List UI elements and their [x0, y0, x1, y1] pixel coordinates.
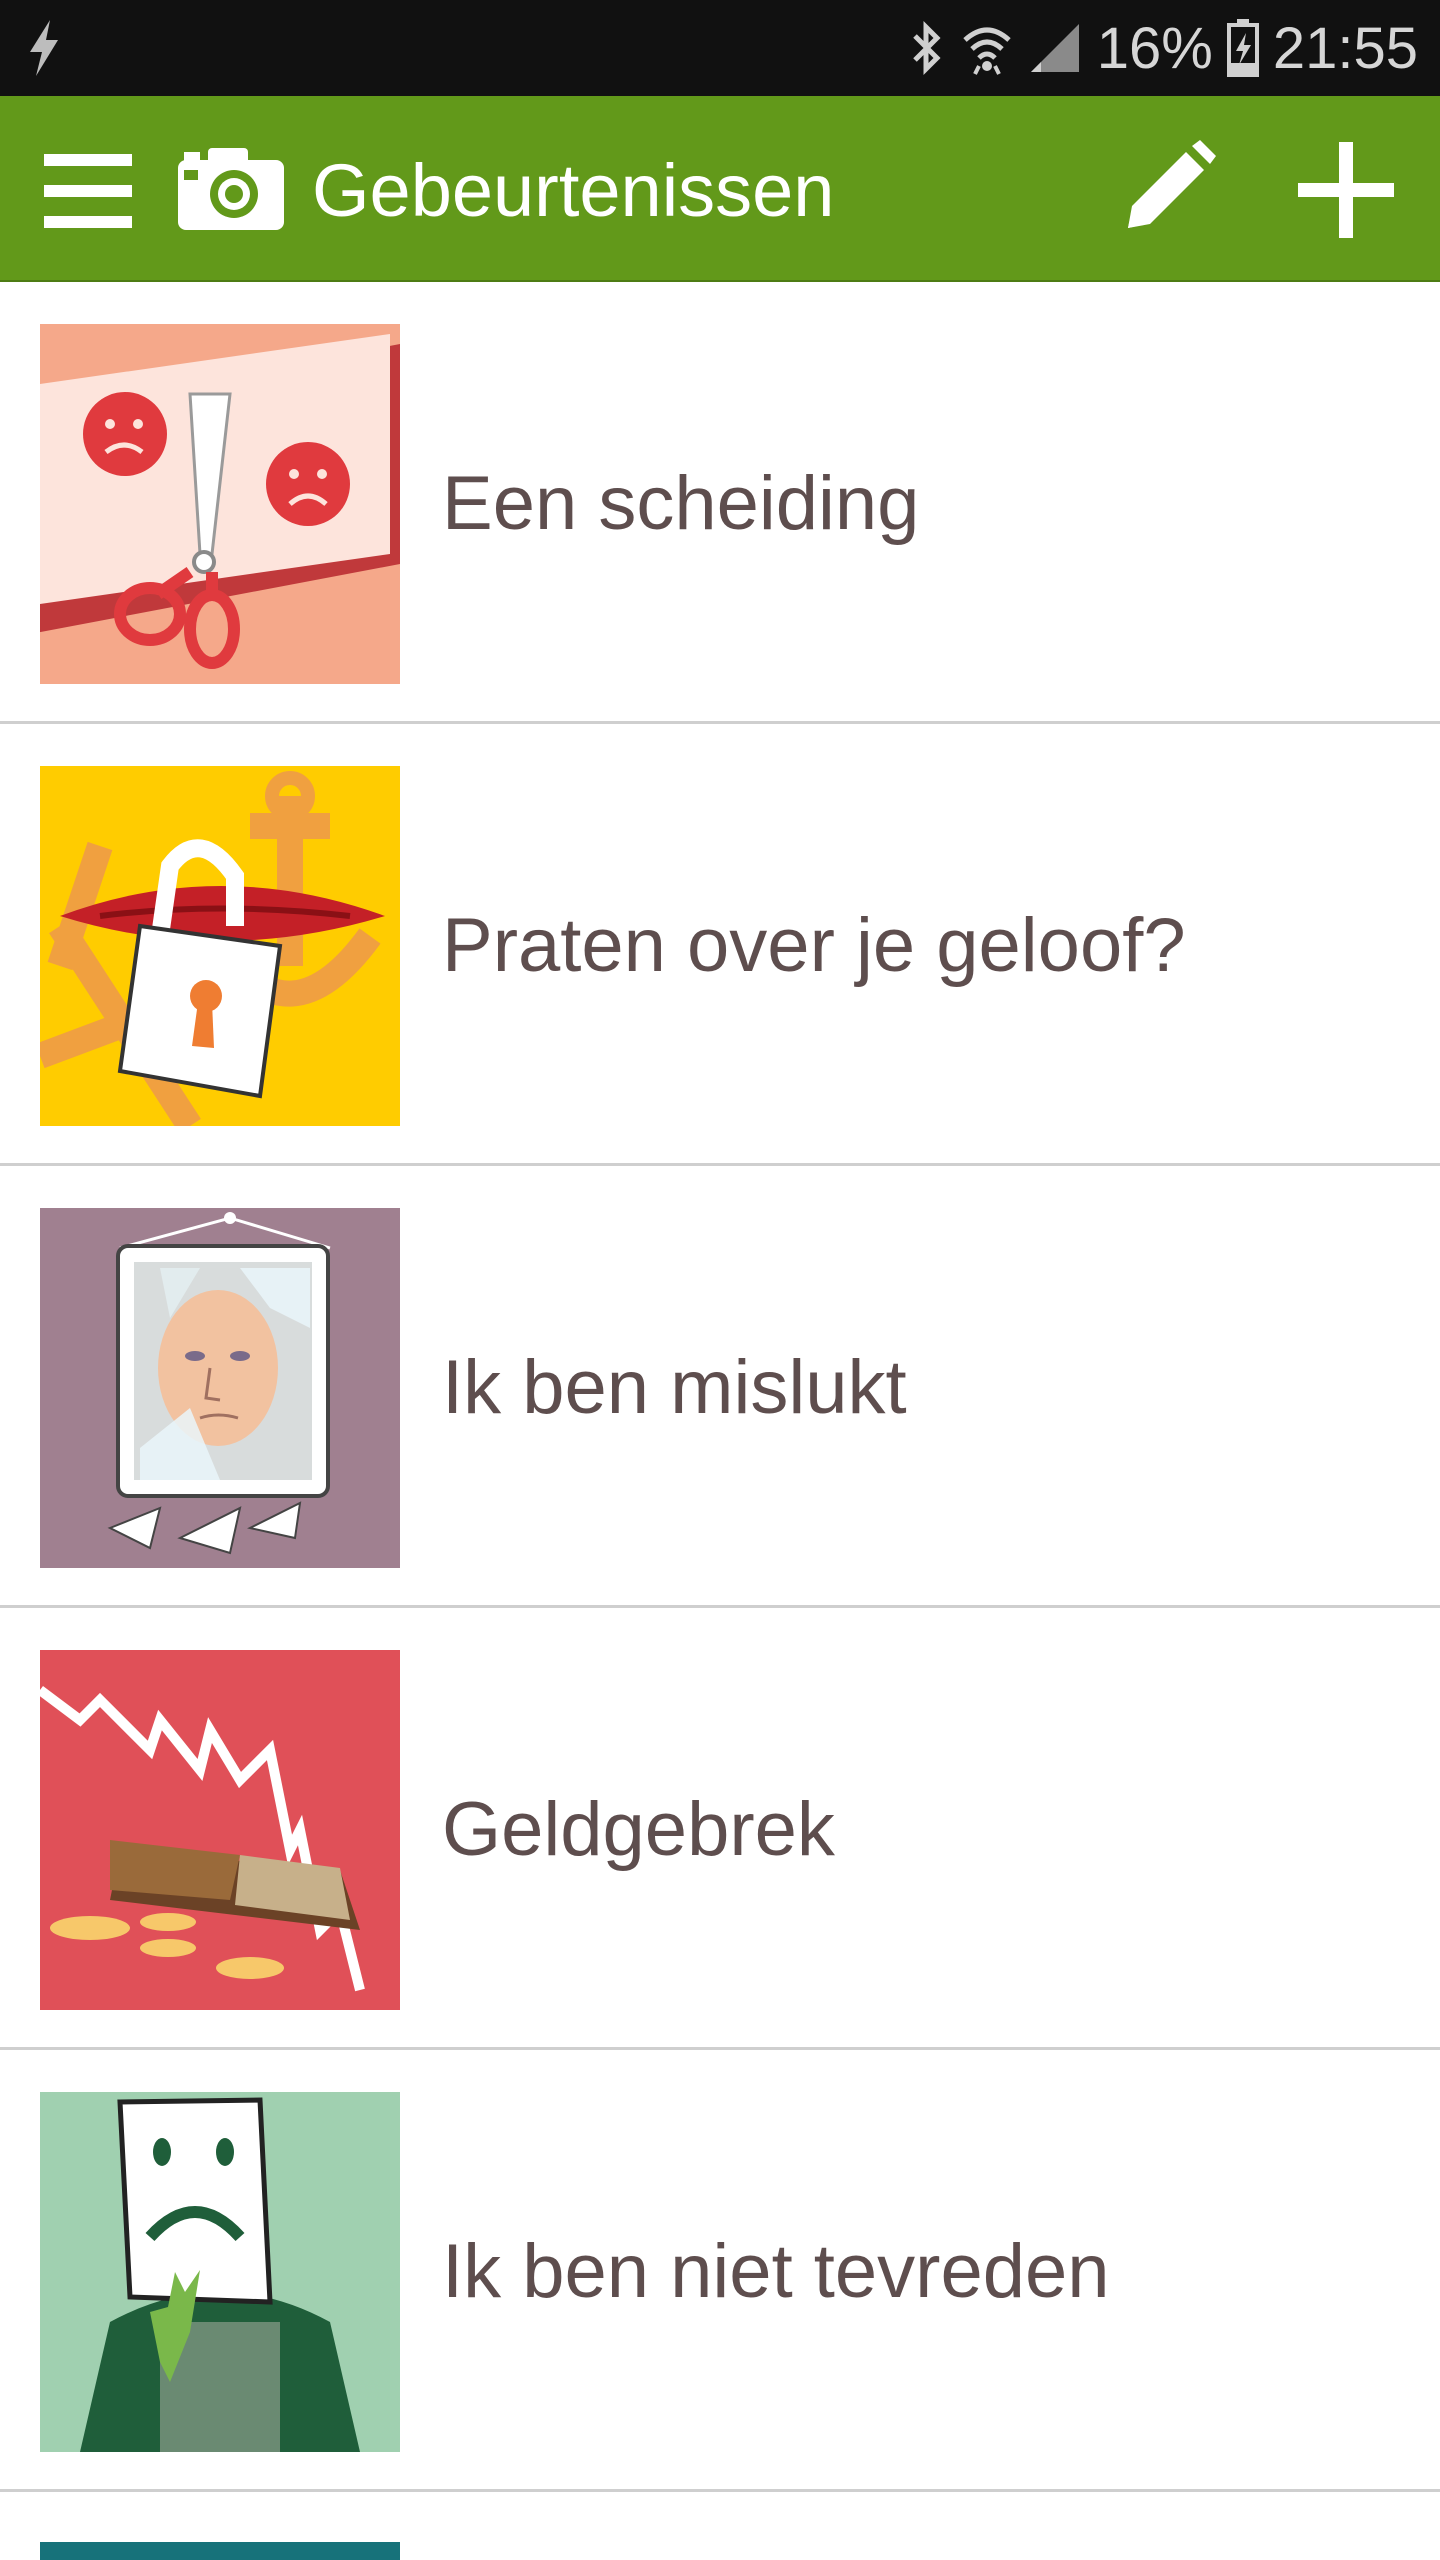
next-item-thumbnail-partial	[40, 2542, 400, 2560]
status-bar: 16% 21:55	[0, 0, 1440, 96]
list-item[interactable]: Een scheiding	[0, 282, 1440, 724]
page-title: Gebeurtenissen	[312, 149, 835, 232]
broken-mirror-picture	[40, 1208, 400, 1568]
list-item[interactable]: Praten over je geloof?	[0, 724, 1440, 1166]
menu-icon[interactable]	[44, 154, 134, 228]
list-item-label: Een scheiding	[442, 460, 920, 546]
event-list: Een scheiding Praten over je geloof? Ik …	[0, 282, 1440, 2492]
signal-icon	[1027, 20, 1083, 76]
list-item-label: Praten over je geloof?	[442, 902, 1186, 988]
wifi-icon	[961, 20, 1013, 76]
locked-mouth-picture	[40, 766, 400, 1126]
list-item-label: Geldgebrek	[442, 1786, 835, 1872]
sad-mask-picture	[40, 2092, 400, 2452]
edit-icon[interactable]	[1114, 138, 1218, 242]
list-item[interactable]: Ik ben niet tevreden	[0, 2050, 1440, 2492]
flash-icon	[24, 18, 64, 78]
camera-icon	[178, 146, 284, 230]
clock: 21:55	[1272, 15, 1418, 81]
empty-wallet-picture	[40, 1650, 400, 2010]
add-icon[interactable]	[1294, 138, 1398, 242]
list-item-label: Ik ben niet tevreden	[442, 2228, 1110, 2314]
torn-smiley-scissors-picture	[40, 324, 400, 684]
list-item[interactable]: Geldgebrek	[0, 1608, 1440, 2050]
battery-percent: 16%	[1096, 15, 1213, 81]
list-item[interactable]: Ik ben mislukt	[0, 1166, 1440, 1608]
battery-charging-icon	[1226, 19, 1259, 77]
bluetooth-icon	[907, 20, 947, 76]
app-bar: Gebeurtenissen	[0, 96, 1440, 282]
list-item-label: Ik ben mislukt	[442, 1344, 907, 1430]
